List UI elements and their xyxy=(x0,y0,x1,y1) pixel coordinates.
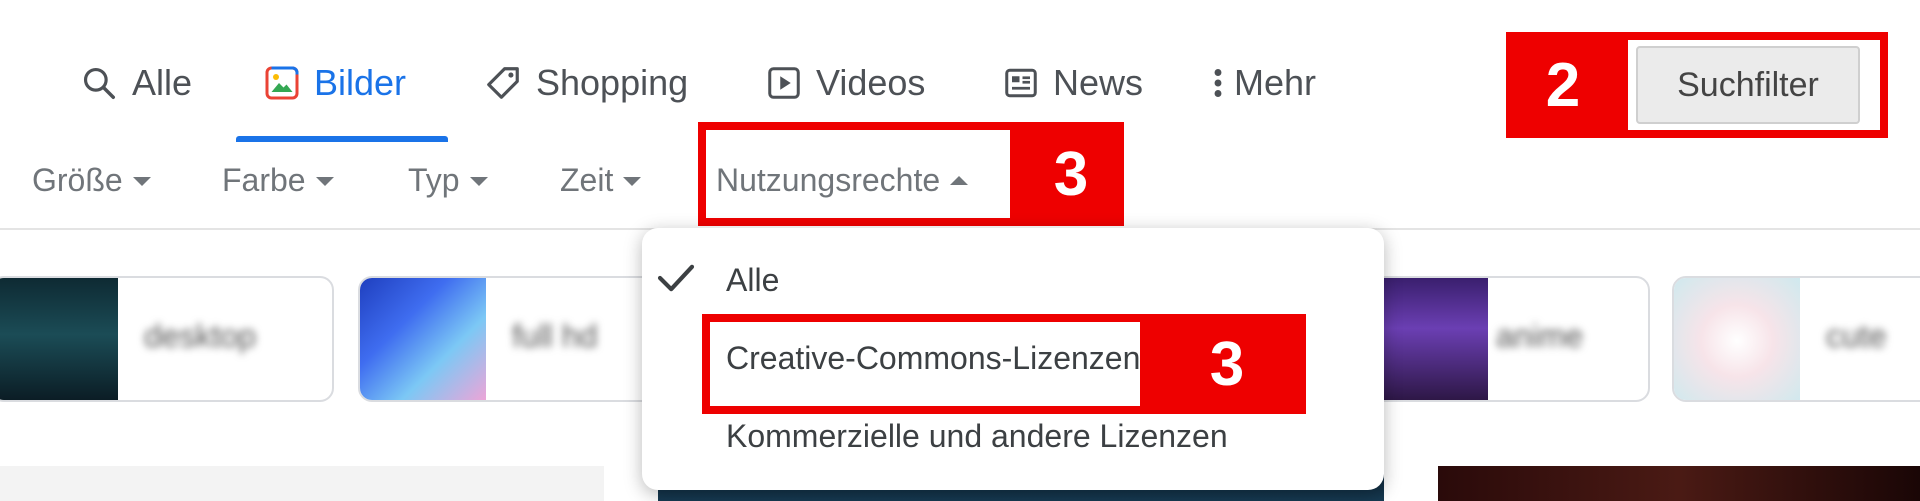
filter-size[interactable]: Größe xyxy=(32,160,151,200)
caret-down-icon xyxy=(623,176,642,186)
suggestion-chip[interactable]: desktop xyxy=(0,276,334,402)
chip-thumbnail xyxy=(0,278,118,400)
annotation-number: 3 xyxy=(1053,139,1089,209)
chip-thumbnail xyxy=(1674,278,1800,400)
tab-shopping[interactable]: Shopping xyxy=(484,58,688,108)
menu-item-commercial[interactable]: Kommerzielle und andere Lizenzen xyxy=(726,418,1228,455)
filter-label: Typ xyxy=(408,161,460,198)
caret-down-icon xyxy=(132,176,151,186)
image-icon xyxy=(264,65,300,101)
filter-label: Zeit xyxy=(560,161,614,198)
tab-label: News xyxy=(1053,62,1144,103)
tab-videos[interactable]: Videos xyxy=(766,58,925,108)
image-result-tile[interactable] xyxy=(0,466,604,501)
tab-label: Bilder xyxy=(314,62,407,103)
chip-label: anime xyxy=(1496,318,1584,354)
more-vert-icon xyxy=(1212,65,1224,101)
annotation-label-2: 2 xyxy=(1506,32,1620,138)
tab-label: Shopping xyxy=(536,62,689,103)
annotation-box-tools xyxy=(1620,32,1888,138)
play-icon xyxy=(766,65,802,101)
image-result-tile[interactable] xyxy=(1438,466,1920,501)
tab-news[interactable]: News xyxy=(1003,58,1143,108)
menu-item-all[interactable]: Alle xyxy=(726,262,779,299)
suggestion-chip[interactable]: anime xyxy=(1360,276,1650,402)
filter-type[interactable]: Typ xyxy=(408,160,488,200)
suggestion-chip[interactable]: full hd xyxy=(358,276,658,402)
annotation-number: 2 xyxy=(1545,50,1581,120)
chip-label: full hd xyxy=(512,318,598,354)
tab-more[interactable]: Mehr xyxy=(1212,58,1316,108)
tab-label: Alle xyxy=(132,62,193,103)
annotation-label-3: 3 xyxy=(1018,122,1124,226)
menu-item-label: Kommerzielle und andere Lizenzen xyxy=(726,418,1228,454)
filter-label: Größe xyxy=(32,161,123,198)
tab-all[interactable]: Alle xyxy=(80,58,192,108)
checkmark-icon xyxy=(656,262,696,299)
tab-label: Videos xyxy=(816,62,926,103)
chip-thumbnail xyxy=(1380,278,1488,400)
newspaper-icon xyxy=(1003,65,1039,101)
suggestion-chip[interactable]: cute xyxy=(1672,276,1920,402)
filter-label: Farbe xyxy=(222,161,306,198)
tag-icon xyxy=(484,64,522,102)
annotation-number: 3 xyxy=(1209,329,1245,399)
search-icon xyxy=(80,64,118,102)
chip-label: cute xyxy=(1826,318,1887,354)
chip-thumbnail xyxy=(360,278,486,400)
caret-down-icon xyxy=(315,176,334,186)
annotation-box-creative-commons xyxy=(702,314,1148,414)
menu-item-label: Alle xyxy=(726,262,780,298)
tab-images[interactable]: Bilder xyxy=(264,58,406,108)
annotation-box-usage-rights xyxy=(698,122,1018,226)
tab-label: Mehr xyxy=(1234,62,1317,103)
filter-time[interactable]: Zeit xyxy=(560,160,642,200)
filter-color[interactable]: Farbe xyxy=(222,160,334,200)
chip-label: desktop xyxy=(144,318,257,354)
annotation-label-3: 3 xyxy=(1148,314,1306,414)
active-tab-indicator xyxy=(236,136,448,142)
caret-down-icon xyxy=(469,176,488,186)
